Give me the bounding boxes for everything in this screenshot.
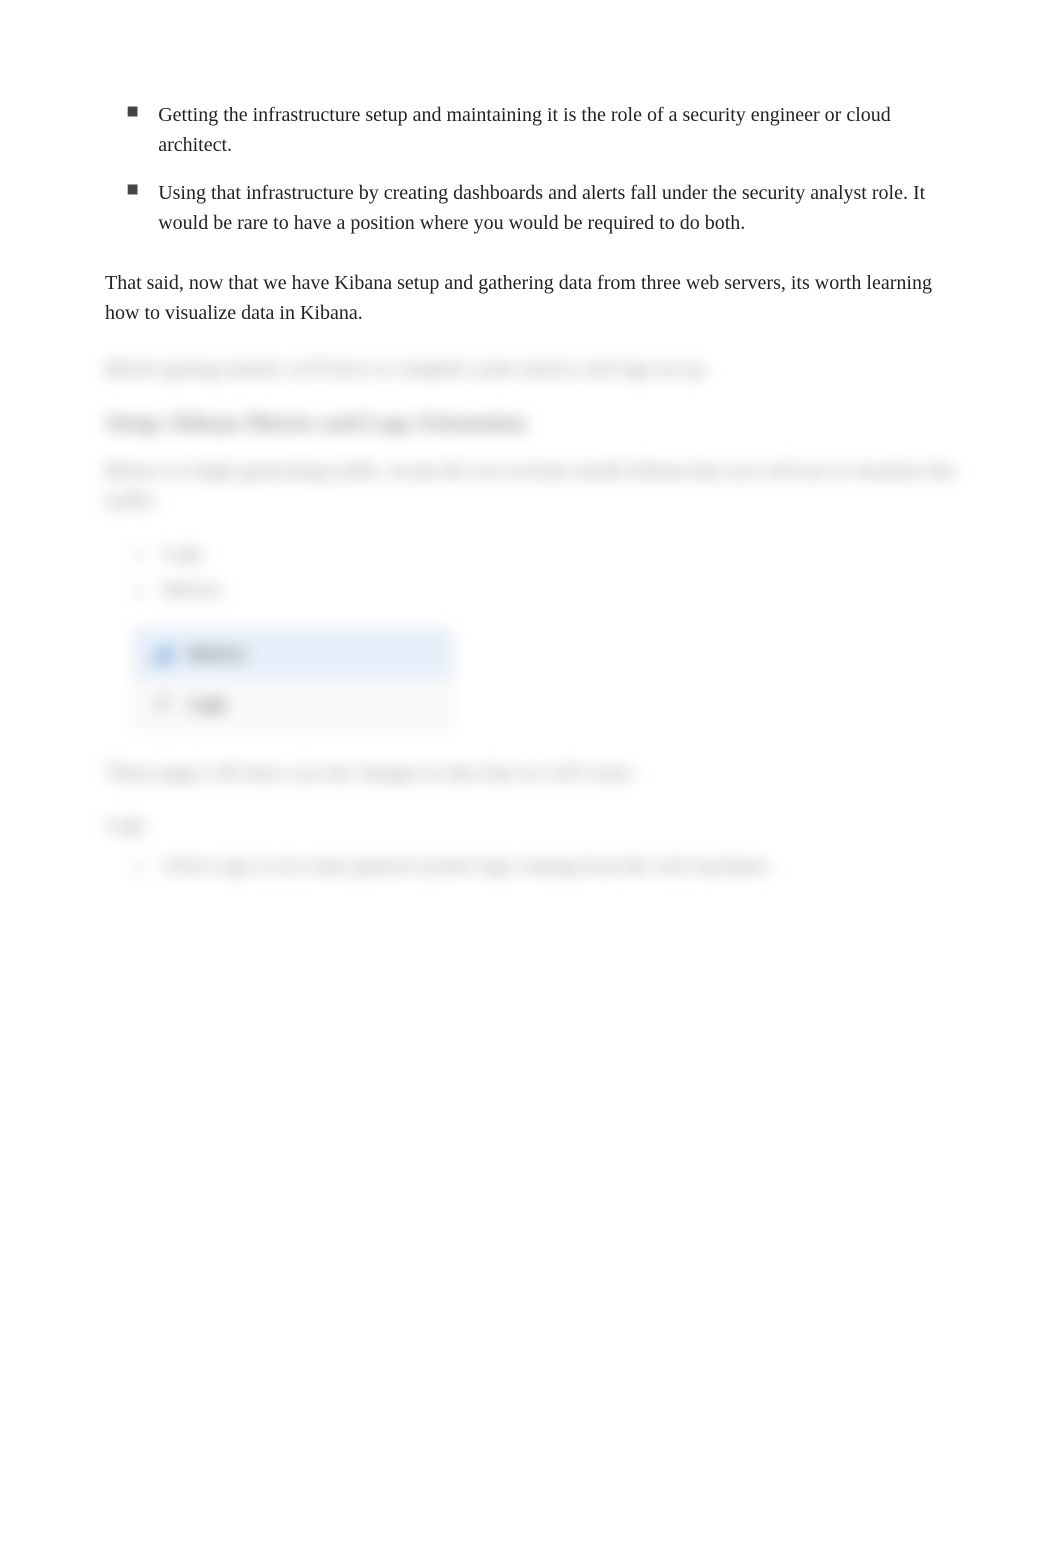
bullet-item: ⯀ Getting the infrastructure setup and m…	[105, 100, 957, 160]
intro-paragraph: Before getting started, we'll have to co…	[105, 354, 957, 384]
nav-label-metrics: Metrics	[188, 644, 246, 665]
nav-label-logs: Logs	[188, 694, 227, 715]
main-paragraph: That said, now that we have Kibana setup…	[105, 268, 957, 328]
blurred-premium-content: Before getting started, we'll have to co…	[105, 354, 957, 878]
circle-bullet-icon: ○	[133, 857, 144, 878]
nav-item-logs[interactable]: Logs	[134, 679, 452, 729]
bullet-marker-icon: ⯀	[127, 104, 138, 121]
bullet-item: ⯀ Using that infrastructure by creating …	[105, 178, 957, 238]
metrics-icon	[152, 643, 174, 665]
setup-list-item: ○ Logs	[133, 542, 957, 565]
setup-item-text: Logs	[162, 542, 202, 565]
setup-list: ○ Logs ○ Metrics	[105, 542, 957, 602]
setup-heading: Setup: Kibana Metrics and Logs Orientati…	[105, 410, 957, 436]
setup-list-item: ○ Metrics	[133, 579, 957, 602]
bullet-list: ⯀ Getting the infrastructure setup and m…	[105, 100, 957, 238]
setup-item-text: Metrics	[162, 579, 223, 602]
logs-item-text: Click Logs to see some general system lo…	[162, 855, 774, 878]
kibana-nav-panel: Metrics Logs	[133, 628, 453, 730]
circle-bullet-icon: ○	[133, 544, 144, 565]
setup-paragraph: Before we begin generating traffic, loca…	[105, 456, 957, 516]
logs-icon	[152, 693, 174, 715]
bullet-text: Using that infrastructure by creating da…	[158, 178, 957, 238]
nav-item-metrics[interactable]: Metrics	[134, 629, 452, 679]
circle-bullet-icon: ○	[133, 581, 144, 602]
pages-paragraph: These pages will show you the changes in…	[105, 758, 957, 788]
logs-list: ○ Click Logs to see some general system …	[105, 855, 957, 878]
logs-section-label: Logs	[105, 814, 957, 837]
logs-list-item: ○ Click Logs to see some general system …	[133, 855, 957, 878]
bullet-text: Getting the infrastructure setup and mai…	[158, 100, 957, 160]
bullet-marker-icon: ⯀	[127, 182, 138, 199]
